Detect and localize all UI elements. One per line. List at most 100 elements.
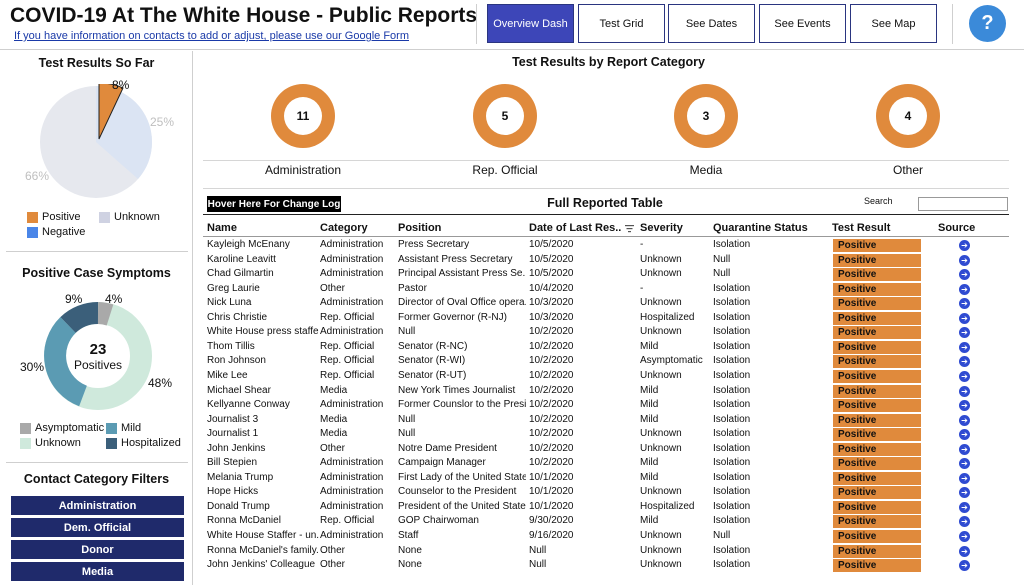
table-row[interactable]: Ronna McDaniel's family.. Other None Null Un… — [203, 544, 1009, 559]
source-arrow-icon[interactable]: ➔ — [959, 269, 970, 281]
table-row[interactable]: Kayleigh McEnany Administration Press Secr… — [203, 238, 1009, 253]
filter-administration-button[interactable]: Administration — [11, 496, 184, 515]
cell-position: First Lady of the United States — [398, 471, 526, 483]
column-header-category[interactable]: Category — [320, 222, 368, 234]
nav-test-grid-button[interactable]: Test Grid — [578, 4, 665, 43]
source-arrow-icon[interactable]: ➔ — [959, 531, 970, 542]
source-arrow-icon[interactable]: ➔ — [959, 240, 970, 251]
test-result-badge: Positive — [833, 384, 921, 398]
table-row[interactable]: Chad Gilmartin Administration Principal As… — [203, 267, 1009, 282]
nav-see-map-button[interactable]: See Map — [850, 4, 937, 43]
source-arrow-icon[interactable]: ➔ — [959, 385, 970, 397]
table-row[interactable]: Kellyanne Conway Administration Former Cou… — [203, 398, 1009, 413]
table-row[interactable]: Melania Trump Administration First Lady of… — [203, 471, 1009, 486]
source-arrow-icon[interactable]: ➔ — [959, 370, 970, 382]
search-input[interactable] — [918, 197, 1008, 211]
nav-see-events-button[interactable]: See Events — [759, 4, 846, 43]
table-row[interactable]: Ronna McDaniel Rep. Official GOP Chairwoma… — [203, 514, 1009, 529]
source-arrow-icon[interactable]: ➔ — [959, 312, 970, 324]
source-arrow-icon[interactable]: ➔ — [959, 298, 970, 310]
cell-date: 10/2/2020 — [529, 442, 574, 454]
source-arrow-icon[interactable]: ➔ — [959, 327, 970, 339]
pie-label-unknown: 66% — [25, 169, 50, 183]
donut-segment-hospitalized — [60, 301, 99, 334]
category-ring-rep-official[interactable]: 5 — [473, 84, 537, 148]
column-header-source[interactable]: Source — [938, 222, 975, 234]
cell-quarantine: Isolation — [713, 355, 751, 367]
help-button[interactable]: ? — [969, 5, 1006, 42]
source-arrow-icon[interactable]: ➔ — [959, 443, 970, 455]
table-row[interactable]: Hope Hicks Administration Counselor to the… — [203, 485, 1009, 500]
source-arrow-icon[interactable]: ➔ — [959, 414, 970, 426]
table-row[interactable]: John Jenkins Other Notre Dame President 10/… — [203, 442, 1009, 457]
source-arrow-icon[interactable]: ➔ — [959, 356, 970, 368]
table-row[interactable]: Greg Laurie Other Pastor 10/4/2020 - Isolatio… — [203, 282, 1009, 297]
source-arrow-icon[interactable]: ➔ — [959, 487, 970, 499]
table-row[interactable]: Ron Johnson Rep. Official Senator (R-WI) 10… — [203, 354, 1009, 369]
cell-position: Null — [398, 413, 416, 425]
test-result-badge: Positive — [833, 311, 921, 325]
table-row[interactable]: Chris Christie Rep. Official Former Govern… — [203, 311, 1009, 326]
cell-severity: Unknown — [640, 428, 682, 440]
table-row[interactable]: John Jenkins' Colleague Other None Null Unkn… — [203, 558, 1009, 573]
source-arrow-icon[interactable]: ➔ — [959, 254, 970, 266]
source-arrow-icon[interactable]: ➔ — [959, 283, 970, 295]
table-row[interactable]: Donald Trump Administration President of t… — [203, 500, 1009, 515]
table-row[interactable]: Mike Lee Rep. Official Senator (R-UT) 10/2/… — [203, 369, 1009, 384]
nav-overview-dash-button[interactable]: Overview Dash — [487, 4, 574, 43]
table-row[interactable]: Bill Stepien Administration Campaign Manag… — [203, 456, 1009, 471]
source-arrow-icon[interactable]: ➔ — [959, 501, 970, 513]
change-log-button[interactable]: Hover Here For Change Log — [207, 196, 341, 212]
column-header-quarantine[interactable]: Quarantine Status — [713, 222, 808, 234]
table-row[interactable]: Karoline Leavitt Administration Assistant … — [203, 253, 1009, 268]
cell-category: Administration — [320, 500, 384, 512]
source-arrow-icon[interactable]: ➔ — [959, 516, 970, 528]
table-row[interactable]: Journalist 3 Media Null 10/2/2020 Mild Isolat… — [203, 413, 1009, 428]
source-arrow-icon[interactable]: ➔ — [959, 341, 970, 353]
source-arrow-icon[interactable]: ➔ — [959, 400, 970, 412]
cell-quarantine: Isolation — [713, 413, 751, 425]
cell-name: Chris Christie — [207, 311, 268, 323]
legend-unknown-symptom: Unknown — [20, 437, 81, 449]
google-form-link[interactable]: If you have information on contacts to a… — [14, 30, 409, 42]
nav-see-dates-button[interactable]: See Dates — [668, 4, 755, 43]
contact-filters-title: Contact Category Filters — [23, 472, 170, 486]
filter-media-button[interactable]: Media — [11, 562, 184, 581]
cell-quarantine: Isolation — [713, 428, 751, 440]
source-arrow-icon[interactable]: ➔ — [959, 429, 970, 441]
cell-name: Donald Trump — [207, 500, 270, 512]
column-header-severity[interactable]: Severity — [640, 222, 683, 234]
category-ring-other[interactable]: 4 — [876, 84, 940, 148]
divider — [203, 188, 1009, 189]
sort-icon[interactable] — [625, 224, 634, 233]
test-result-badge: Positive — [833, 340, 921, 354]
source-arrow-icon[interactable]: ➔ — [959, 545, 970, 557]
search-label: Search — [864, 196, 893, 206]
cell-category: Media — [320, 428, 348, 440]
table-row[interactable]: Michael Shear Media New York Times Journal… — [203, 384, 1009, 399]
cell-name: Ronna McDaniel — [207, 515, 281, 527]
column-header-date[interactable]: Date of Last Res.. — [529, 222, 621, 234]
table-row[interactable]: White House press staffer Administration N… — [203, 325, 1009, 340]
cell-name: John Jenkins — [207, 442, 266, 454]
cell-severity: Unknown — [640, 326, 682, 338]
source-arrow-icon[interactable]: ➔ — [959, 472, 970, 484]
table-row[interactable]: Nick Luna Administration Director of Oval … — [203, 296, 1009, 311]
donut-label-unknown: 48% — [148, 376, 173, 390]
column-header-position[interactable]: Position — [398, 222, 441, 234]
donut-label-hospitalized: 9% — [65, 292, 83, 306]
category-ring-administration[interactable]: 11 — [271, 84, 335, 148]
column-header-name[interactable]: Name — [207, 222, 237, 234]
table-row[interactable]: Thom Tillis Rep. Official Senator (R-NC) 10… — [203, 340, 1009, 355]
category-label-other: Other — [892, 163, 923, 177]
source-arrow-icon[interactable]: ➔ — [959, 560, 970, 572]
source-arrow-icon[interactable]: ➔ — [959, 458, 970, 470]
cell-name: Nick Luna — [207, 297, 252, 309]
filter-dem-official-button[interactable]: Dem. Official — [11, 518, 184, 537]
table-row[interactable]: White House Staffer - un.. Administration… — [203, 529, 1009, 544]
category-ring-media[interactable]: 3 — [674, 84, 738, 148]
column-header-test-result[interactable]: Test Result — [832, 222, 890, 234]
table-row[interactable]: Journalist 1 Media Null 10/2/2020 Unknown Iso… — [203, 427, 1009, 442]
filter-donor-button[interactable]: Donor — [11, 540, 184, 559]
cell-position: None — [398, 559, 422, 571]
